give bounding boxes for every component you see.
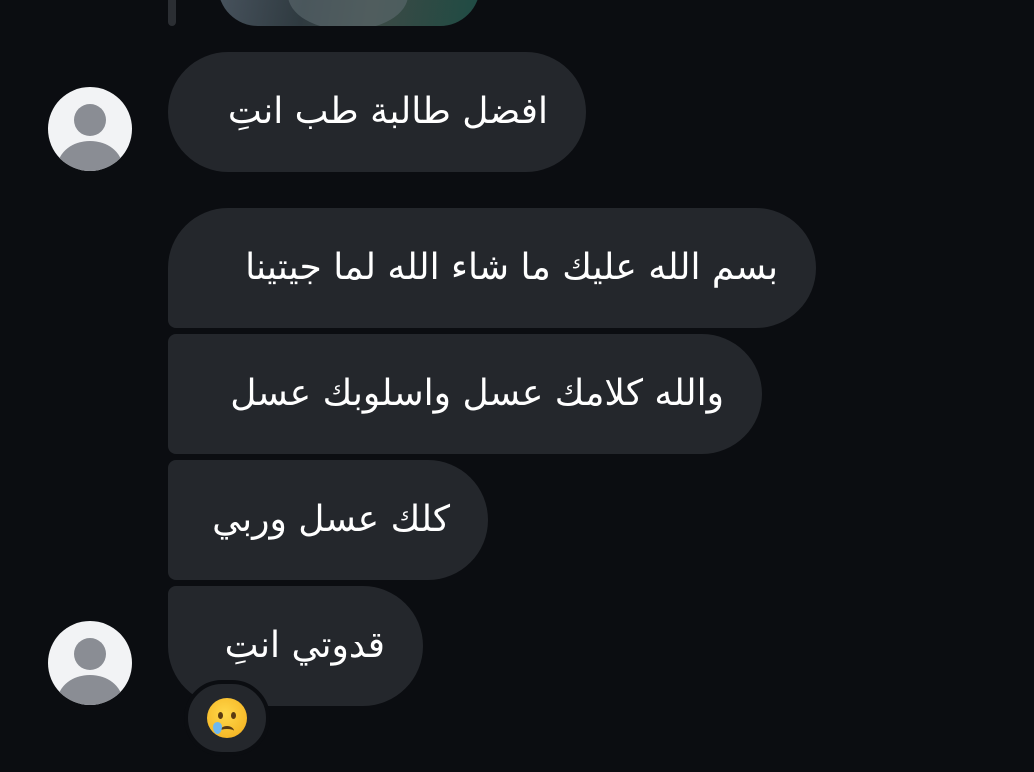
emoji-eye (231, 712, 236, 719)
message-bubble[interactable]: افضل طالبة طب انتِ (168, 52, 586, 172)
emoji-eye (218, 712, 223, 719)
sender-avatar[interactable] (48, 87, 132, 171)
message-text: افضل طالبة طب انتِ (227, 91, 548, 132)
reaction-badge[interactable] (184, 680, 270, 756)
sender-avatar[interactable] (48, 621, 132, 705)
message-bubble[interactable]: كلك عسل وربي (168, 460, 488, 580)
crying-face-icon (207, 698, 247, 738)
avatar-head-shape (74, 638, 106, 670)
message-bubble[interactable]: والله كلامك عسل واسلوبك عسل (168, 334, 762, 454)
message-text: قدوتي انتِ (224, 625, 385, 666)
avatar-shoulders-shape (58, 675, 122, 705)
message-text: بسم الله عليك ما شاء الله لما جيتينا (245, 247, 778, 288)
message-text: والله كلامك عسل واسلوبك عسل (230, 373, 724, 414)
message-text: كلك عسل وربي (212, 499, 450, 540)
avatar-head-shape (74, 104, 106, 136)
previous-message-image[interactable] (218, 0, 480, 26)
message-bubble[interactable]: بسم الله عليك ما شاء الله لما جيتينا (168, 208, 816, 328)
thread-connector-line (168, 0, 176, 26)
emoji-mouth (220, 726, 234, 736)
avatar-shoulders-shape (58, 141, 122, 171)
